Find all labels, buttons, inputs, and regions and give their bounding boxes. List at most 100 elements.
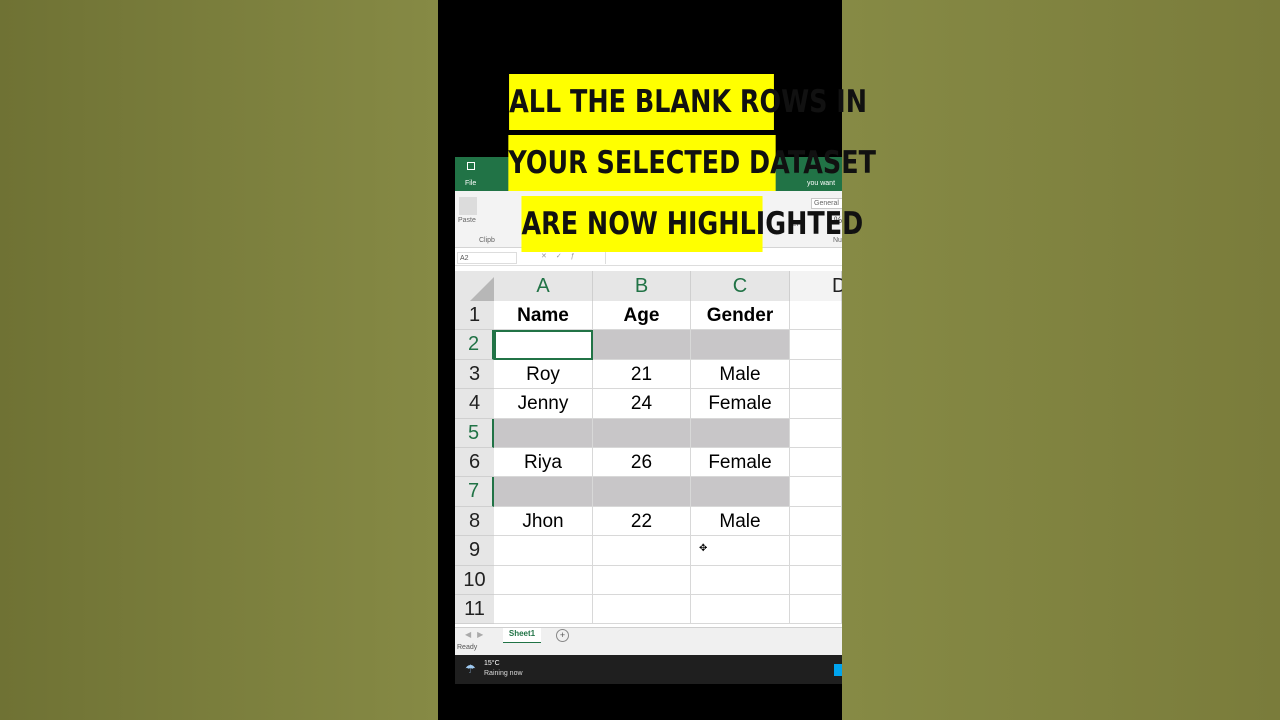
table-row: 9 [455, 536, 842, 566]
cell-c2[interactable] [691, 330, 790, 360]
table-row: 11 [455, 595, 842, 625]
cell-a6[interactable]: Riya [494, 448, 593, 478]
column-header-c[interactable]: C [691, 271, 790, 301]
cell-c3[interactable]: Male [691, 359, 790, 390]
cell-a8[interactable]: Jhon [494, 506, 593, 537]
table-row: 1 Name Age Gender [455, 301, 842, 331]
cell-c1[interactable]: Gender [691, 301, 790, 331]
caption-line-1: ALL THE BLANK ROWS IN [509, 74, 867, 130]
cell-a1[interactable]: Name [494, 301, 593, 331]
cell-d7[interactable] [790, 477, 842, 507]
formula-bar: A2 ✕✓ƒ [455, 251, 842, 266]
table-row: 5 [455, 418, 842, 448]
row-header-10[interactable]: 10 [455, 565, 494, 595]
clipboard-group-label: Clipb [479, 237, 495, 244]
cell-b9[interactable] [593, 536, 691, 566]
taskbar: ☂ 15°C Raining now [455, 655, 842, 684]
cell-a9[interactable] [494, 536, 593, 566]
cell-a4[interactable]: Jenny [494, 389, 593, 419]
row-header-4[interactable]: 4 [455, 389, 494, 419]
table-row: 6 Riya 26 Female [455, 448, 842, 478]
cell-b7[interactable] [593, 477, 691, 507]
tell-me-search[interactable]: you want [807, 180, 835, 187]
table-row: 7 [455, 477, 842, 507]
cell-b8[interactable]: 22 [593, 506, 691, 537]
caption-text-3: ARE NOW HIGHLIGHTED [521, 206, 864, 242]
cell-d5[interactable] [790, 418, 842, 448]
cell-b1[interactable]: Age [593, 301, 691, 331]
row-header-2[interactable]: 2 [455, 330, 494, 360]
right-blur-background [842, 0, 1280, 720]
weather-rain-icon[interactable]: ☂ [465, 662, 476, 676]
left-blur-background [0, 0, 438, 720]
add-sheet-button[interactable]: + [556, 629, 569, 642]
sheet-tab-sheet1[interactable]: Sheet1 [503, 628, 541, 644]
save-icon[interactable] [467, 162, 475, 170]
caption-text-1: ALL THE BLANK ROWS IN [509, 84, 867, 120]
cell-d11[interactable] [790, 595, 842, 625]
table-row: 8 Jhon 22 Male [455, 506, 842, 537]
table-row: 4 Jenny 24 Female [455, 389, 842, 419]
formula-icons: ✕✓ƒ [541, 253, 584, 260]
row-header-5[interactable]: 5 [455, 418, 494, 448]
paste-icon[interactable] [459, 197, 477, 215]
cell-a11[interactable] [494, 595, 593, 625]
cell-c11[interactable] [691, 595, 790, 625]
cell-b11[interactable] [593, 595, 691, 625]
cell-b5[interactable] [593, 418, 691, 448]
cell-a7[interactable] [494, 477, 593, 507]
cell-a2[interactable] [494, 330, 593, 360]
cell-b2[interactable] [593, 330, 691, 360]
row-header-11[interactable]: 11 [455, 595, 494, 625]
cell-d2[interactable] [790, 330, 842, 360]
caption-text-2: YOUR SELECTED DATASET [508, 145, 876, 181]
row-header-9[interactable]: 9 [455, 536, 494, 566]
file-tab[interactable]: File [465, 180, 476, 187]
cell-cursor-icon: ✥ [699, 543, 708, 554]
select-all-corner[interactable] [455, 271, 494, 301]
cell-d4[interactable] [790, 389, 842, 419]
sheet-tab-bar: ◀▶ Sheet1 + [455, 627, 842, 644]
cell-a5[interactable] [494, 418, 593, 448]
formula-input[interactable] [605, 252, 841, 264]
column-header-a[interactable]: A [494, 271, 593, 301]
cell-b3[interactable]: 21 [593, 359, 691, 390]
table-row: 2 [455, 330, 842, 360]
cell-d9[interactable] [790, 536, 842, 566]
table-row: 10 [455, 565, 842, 595]
sheet-nav-arrows[interactable]: ◀▶ [465, 630, 489, 639]
cell-b10[interactable] [593, 565, 691, 595]
row-header-8[interactable]: 8 [455, 506, 494, 537]
cell-c6[interactable]: Female [691, 448, 790, 478]
windows-start-icon[interactable] [834, 664, 842, 676]
status-bar: Ready [455, 643, 842, 655]
paste-label: Paste [458, 217, 476, 224]
cell-d1[interactable] [790, 301, 842, 331]
cell-c7[interactable] [691, 477, 790, 507]
cell-d3[interactable] [790, 359, 842, 390]
weather-temp: 15°C [484, 660, 500, 667]
cell-d8[interactable] [790, 506, 842, 537]
cell-c8[interactable]: Male [691, 506, 790, 537]
cell-c10[interactable] [691, 565, 790, 595]
row-header-3[interactable]: 3 [455, 359, 494, 390]
caption-line-3: ARE NOW HIGHLIGHTED [521, 196, 864, 252]
column-header-d[interactable]: D [790, 271, 842, 301]
row-header-1[interactable]: 1 [455, 301, 494, 331]
row-header-7[interactable]: 7 [455, 477, 494, 507]
column-header-b[interactable]: B [593, 271, 691, 301]
table-row: 3 Roy 21 Male [455, 359, 842, 390]
cell-d10[interactable] [790, 565, 842, 595]
row-header-6[interactable]: 6 [455, 448, 494, 478]
weather-condition: Raining now [484, 670, 523, 677]
cell-d6[interactable] [790, 448, 842, 478]
cell-a3[interactable]: Roy [494, 359, 593, 390]
cell-b4[interactable]: 24 [593, 389, 691, 419]
caption-line-2: YOUR SELECTED DATASET [508, 135, 876, 191]
cell-c5[interactable] [691, 418, 790, 448]
cell-c4[interactable]: Female [691, 389, 790, 419]
status-text: Ready [457, 644, 478, 651]
cell-a10[interactable] [494, 565, 593, 595]
name-box[interactable]: A2 [457, 252, 517, 264]
cell-b6[interactable]: 26 [593, 448, 691, 478]
